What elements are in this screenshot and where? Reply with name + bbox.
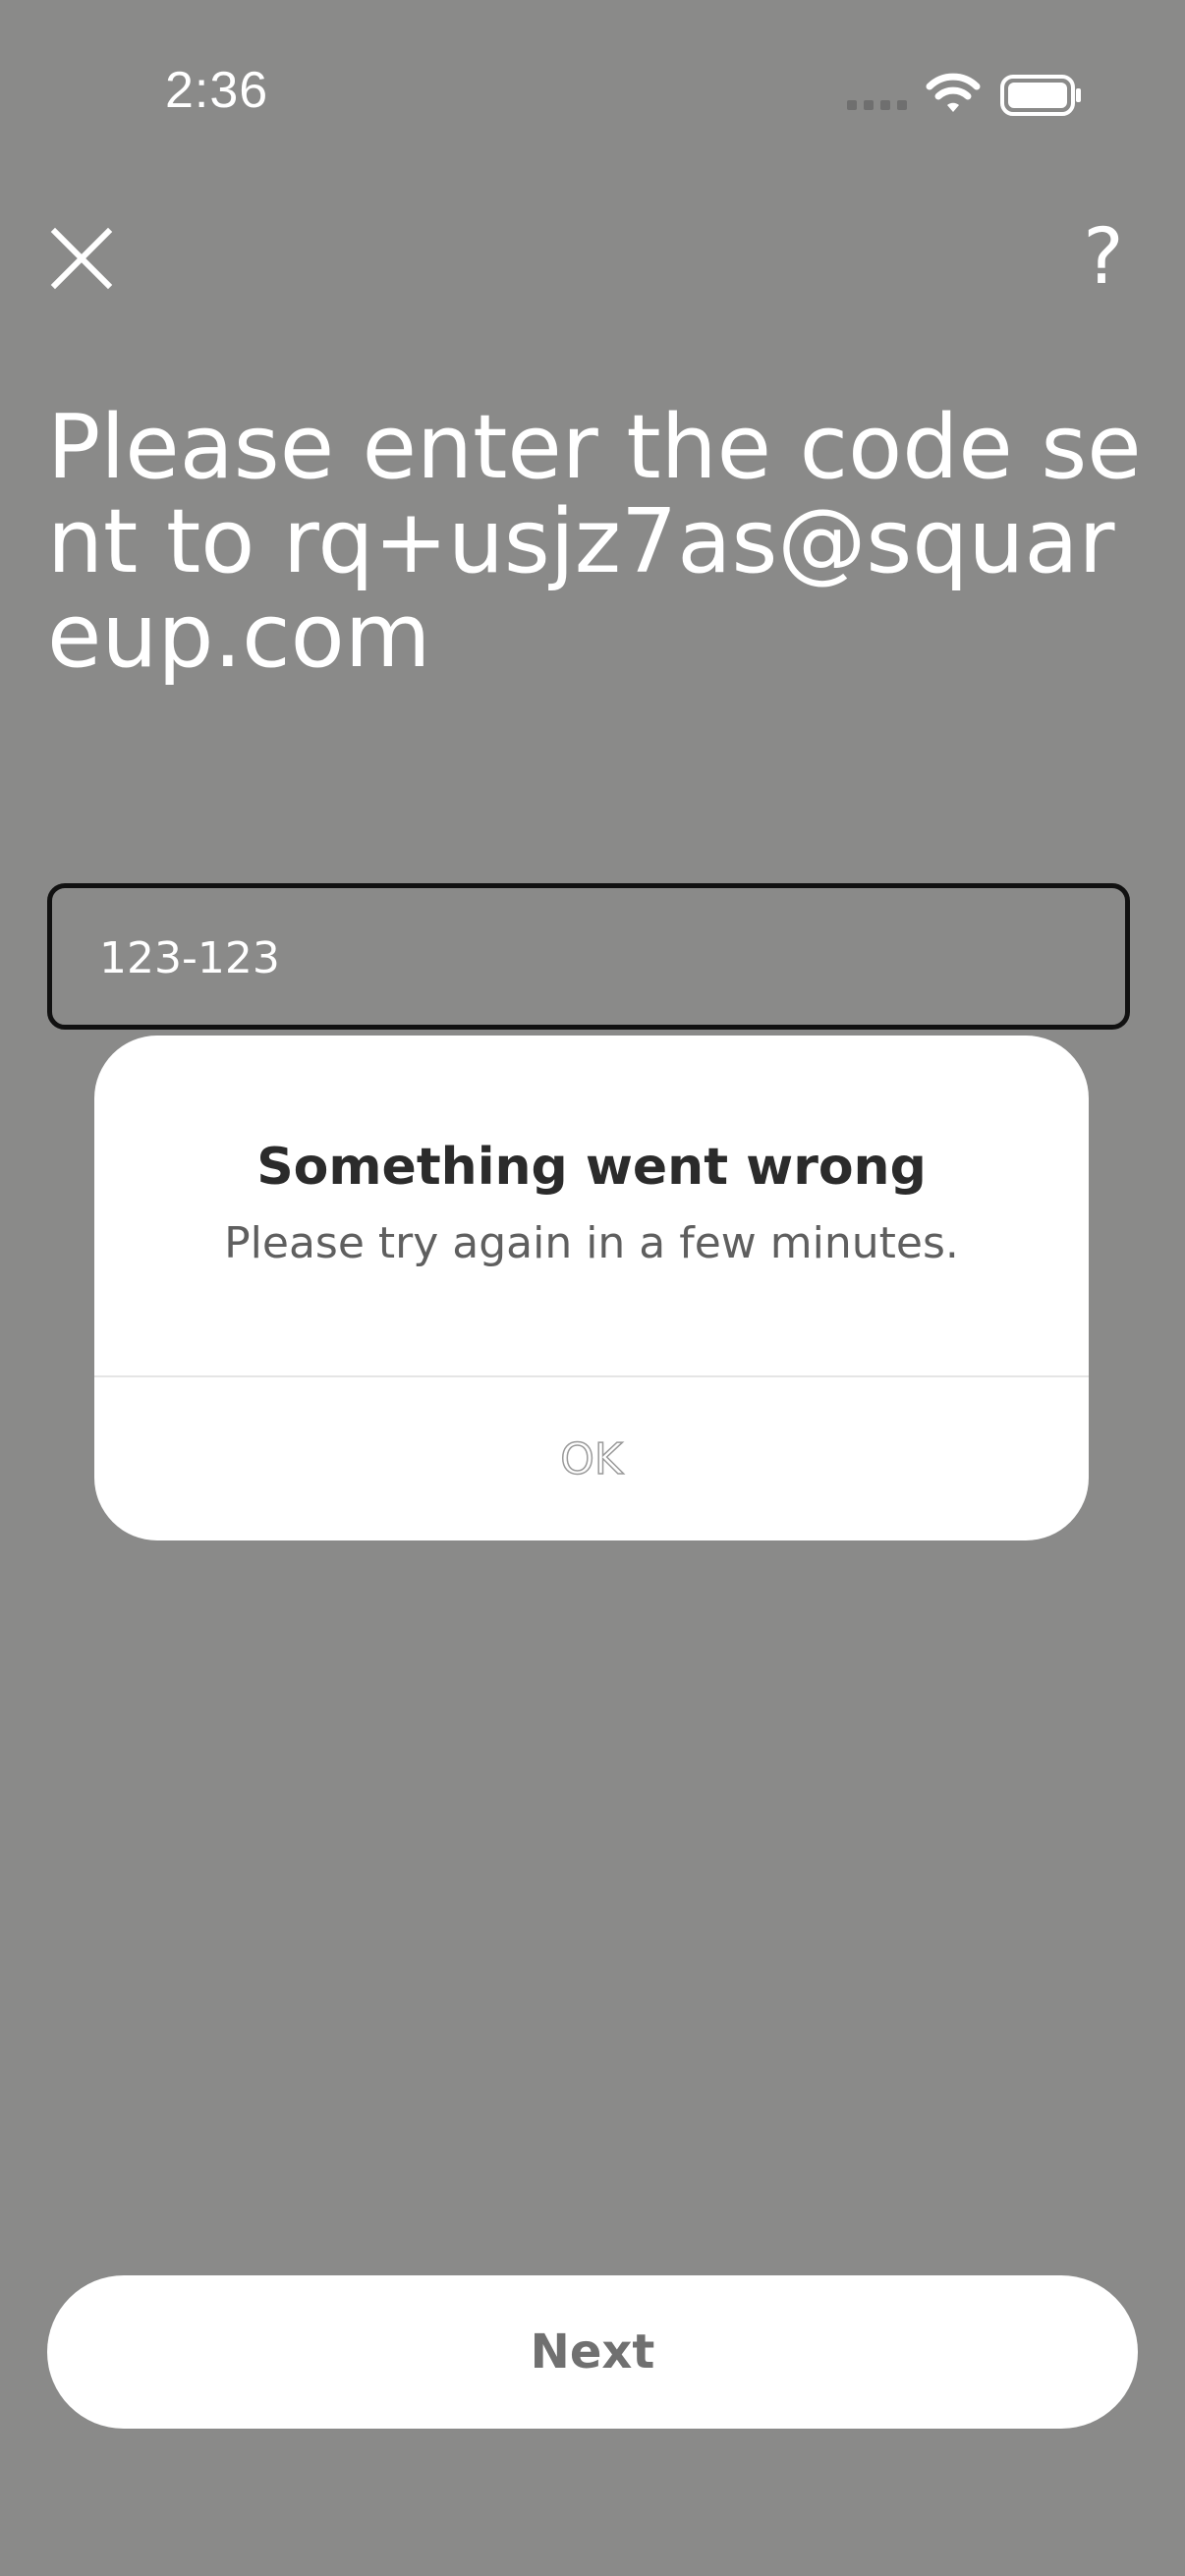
error-dialog: Something went wrong Please try again in… [94,1036,1089,1540]
wifi-icon [926,73,981,112]
help-button[interactable]: ? [1069,218,1138,297]
cellular-signal-icon [847,100,907,110]
status-time: 2:36 [165,62,269,119]
dialog-title: Something went wrong [256,1138,927,1197]
next-button[interactable]: Next [47,2275,1138,2429]
ok-button[interactable]: OK [94,1377,1089,1540]
help-icon: ? [1083,213,1124,302]
battery-icon [1000,75,1081,116]
status-bar: 2:36 [0,0,1185,196]
verification-code-field[interactable] [47,883,1130,1030]
close-button[interactable] [45,222,118,295]
close-icon [50,227,113,290]
dialog-message: Please try again in a few minutes. [224,1218,959,1268]
page-title: Please enter the code sent to rq+usjz7as… [47,396,1142,688]
verification-code-input[interactable] [99,924,984,992]
